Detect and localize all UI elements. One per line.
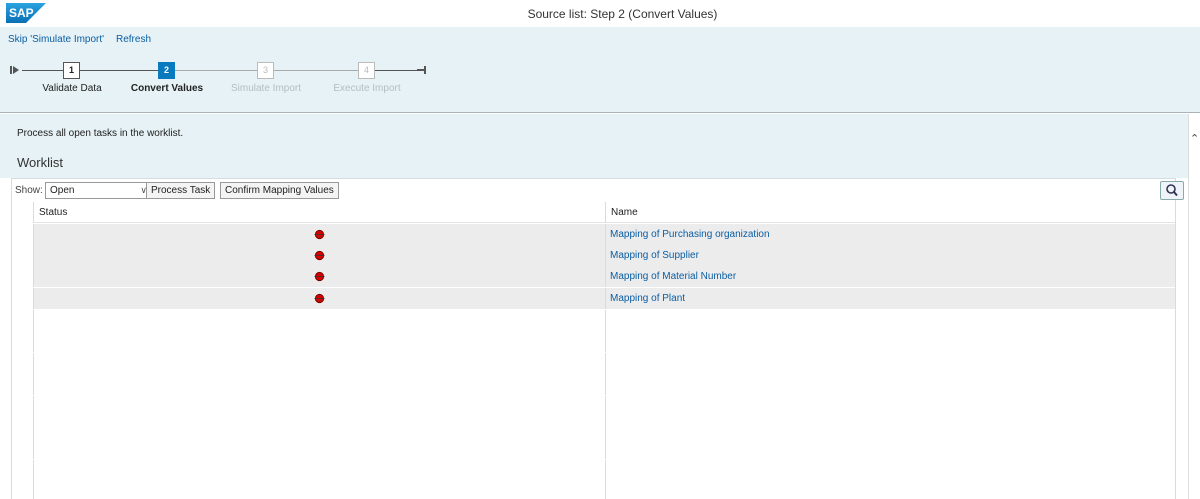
table-row[interactable]: Mapping of Plant [12, 288, 1175, 309]
search-icon [1166, 184, 1178, 197]
roadmap-step-1-label: Validate Data [42, 83, 102, 94]
empty-cell [34, 396, 606, 417]
status-cell [34, 288, 606, 309]
select-all-cell[interactable] [12, 202, 34, 223]
empty-row [12, 396, 1175, 417]
table-row[interactable]: Mapping of Material Number [12, 266, 1175, 287]
red-light-icon [314, 229, 325, 240]
empty-row [12, 438, 1175, 459]
roadmap-step-2[interactable]: 2 [158, 62, 175, 79]
row-selector [12, 481, 34, 499]
empty-cell [606, 353, 1175, 374]
page-title: Source list: Step 2 (Convert Values) [527, 7, 718, 21]
empty-row [12, 417, 1175, 438]
empty-row [12, 310, 1175, 331]
name-cell: Mapping of Supplier [606, 245, 1175, 266]
row-selector[interactable] [12, 288, 34, 309]
name-cell: Mapping of Purchasing organization [606, 224, 1175, 245]
row-selector [12, 460, 34, 481]
process-task-button[interactable]: Process Task [146, 182, 216, 199]
empty-cell [34, 460, 606, 481]
content-area: Process all open tasks in the worklist. … [0, 114, 1190, 178]
empty-cell [34, 331, 606, 352]
worklist-title: Worklist [17, 155, 63, 170]
status-cell [34, 245, 606, 266]
row-selector[interactable] [12, 224, 34, 245]
empty-cell [606, 331, 1175, 352]
roadmap-connector [274, 70, 358, 71]
instruction-text: Process all open tasks in the worklist. [17, 128, 184, 139]
empty-cell [606, 396, 1175, 417]
red-light-icon [314, 293, 325, 304]
task-link[interactable]: Mapping of Supplier [606, 250, 699, 261]
red-light-icon [314, 250, 325, 261]
empty-row [12, 460, 1175, 481]
empty-row [12, 374, 1175, 395]
roadmap-step-4: 4 [358, 62, 375, 79]
roadmap-start-icon [10, 66, 19, 74]
search-button[interactable] [1160, 181, 1184, 200]
task-link[interactable]: Mapping of Material Number [606, 271, 736, 282]
empty-cell [34, 353, 606, 374]
empty-row [12, 331, 1175, 352]
roadmap-end-icon [417, 66, 426, 74]
empty-cell [606, 310, 1175, 331]
empty-cell [606, 460, 1175, 481]
empty-row [12, 353, 1175, 374]
roadmap-connector [80, 70, 158, 71]
row-selector[interactable] [12, 245, 34, 266]
empty-cell [34, 481, 606, 499]
row-selector [12, 310, 34, 331]
empty-row [12, 481, 1175, 499]
empty-cell [34, 310, 606, 331]
task-link[interactable]: Mapping of Purchasing organization [606, 229, 770, 240]
empty-cell [34, 374, 606, 395]
worklist-table: Status Name Mapping of Purchasing organi… [11, 202, 1176, 499]
roadmap-step-1[interactable]: 1 [63, 62, 80, 79]
empty-cell [606, 481, 1175, 499]
row-selector [12, 331, 34, 352]
empty-cell [34, 417, 606, 438]
status-cell [34, 224, 606, 245]
task-link[interactable]: Mapping of Plant [606, 293, 685, 304]
roadmap-step-4-label: Execute Import [333, 83, 401, 94]
confirm-mapping-values-button[interactable]: Confirm Mapping Values [220, 182, 339, 199]
scroll-up-icon[interactable]: ⌃ [1190, 132, 1199, 145]
title-bar: SAP Source list: Step 2 (Convert Values) [0, 0, 1200, 27]
row-selector [12, 374, 34, 395]
show-filter-dropdown[interactable]: Open ∨ [45, 182, 152, 199]
roadmap-step-3-label: Simulate Import [230, 83, 302, 94]
roadmap-connector [175, 70, 257, 71]
row-selector [12, 353, 34, 374]
show-label: Show: [15, 185, 43, 196]
roadmap-connector [22, 70, 63, 71]
roadmap-step-3: 3 [257, 62, 274, 79]
table-toolbar: Show: Open ∨ Process Task Confirm Mappin… [11, 178, 1184, 202]
roadmap-step-2-label: Convert Values [130, 83, 204, 94]
name-cell: Mapping of Plant [606, 288, 1175, 309]
show-filter-value: Open [50, 185, 75, 196]
row-selector [12, 396, 34, 417]
table-header-row: Status Name [12, 202, 1175, 223]
skip-simulate-import-link[interactable]: Skip 'Simulate Import' [8, 34, 104, 45]
table-row[interactable]: Mapping of Supplier [12, 245, 1175, 266]
row-selector [12, 438, 34, 459]
empty-cell [606, 374, 1175, 395]
column-header-name[interactable]: Name [606, 202, 1175, 223]
row-selector[interactable] [12, 266, 34, 287]
name-cell: Mapping of Material Number [606, 266, 1175, 287]
empty-cell [34, 438, 606, 459]
empty-cell [606, 417, 1175, 438]
vertical-scrollbar[interactable]: ⌃ [1188, 114, 1200, 499]
refresh-link[interactable]: Refresh [116, 34, 151, 45]
application-toolbar: Skip 'Simulate Import' Refresh [0, 27, 1200, 51]
empty-cell [606, 438, 1175, 459]
roadmap-connector [375, 70, 417, 71]
table-row[interactable]: Mapping of Purchasing organization [12, 224, 1175, 245]
row-selector [12, 417, 34, 438]
red-light-icon [314, 271, 325, 282]
roadmap: 1 2 3 4 Validate Data Convert Values Sim… [0, 51, 1200, 113]
status-cell [34, 266, 606, 287]
column-header-status[interactable]: Status [34, 202, 606, 223]
